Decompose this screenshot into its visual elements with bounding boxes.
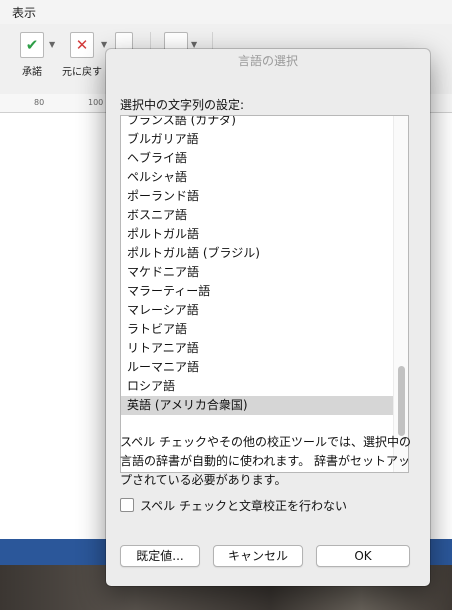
language-list-item[interactable]: マラーティー語 — [121, 282, 397, 301]
language-list-item[interactable]: ブルガリア語 — [121, 130, 397, 149]
language-list-item[interactable]: ヘブライ語 — [121, 149, 397, 168]
no-proofing-checkbox[interactable] — [120, 498, 134, 512]
ok-button[interactable]: OK — [316, 545, 410, 567]
menu-bar: 表示 — [0, 0, 452, 25]
accept-dropdown-caret-icon[interactable]: ▼ — [49, 40, 55, 49]
language-list-item[interactable]: マレーシア語 — [121, 301, 397, 320]
list-scrollbar[interactable] — [393, 116, 408, 472]
ruler-tick-100: 100 — [88, 98, 104, 107]
language-list-item[interactable]: ボスニア語 — [121, 206, 397, 225]
dialog-title: 言語の選択 — [237, 54, 298, 68]
language-listbox[interactable]: フランス語 (カナダ) ブルガリア語 ヘブライ語 ペルシャ語 ポーランド語 ボスニア語 ポル… — [120, 115, 409, 473]
language-list-item[interactable]: フランス語 (カナダ) — [121, 116, 397, 130]
accept-button[interactable]: ✔ 承諾 — [14, 32, 50, 78]
no-proofing-checkbox-row[interactable]: スペル チェックと文章校正を行わない — [120, 497, 347, 514]
cancel-button[interactable]: キャンセル — [213, 545, 303, 567]
language-list-item[interactable]: ポーランド語 — [121, 187, 397, 206]
revert-dropdown-caret-icon[interactable]: ▼ — [101, 40, 107, 49]
language-dialog: 言語の選択 選択中の文字列の設定: フランス語 (カナダ) ブルガリア語 ヘブライ語… — [106, 49, 430, 586]
accept-change-icon: ✔ — [20, 32, 44, 58]
language-list-label: 選択中の文字列の設定: — [120, 98, 245, 112]
language-list-item[interactable]: ポルトガル語 (ブラジル) — [121, 244, 397, 263]
reject-change-icon: ✕ — [70, 32, 94, 58]
accept-button-label: 承諾 — [22, 67, 42, 78]
language-list-item[interactable]: リトアニア語 — [121, 339, 397, 358]
ruler-tick-80: 80 — [34, 98, 45, 107]
language-list-item[interactable]: ロシア語 — [121, 377, 397, 396]
language-list: フランス語 (カナダ) ブルガリア語 ヘブライ語 ペルシャ語 ポーランド語 ボスニア語 ポル… — [121, 116, 408, 415]
list-scrollbar-thumb[interactable] — [398, 366, 405, 436]
language-list-item[interactable]: マケドニア語 — [121, 263, 397, 282]
no-proofing-label: スペル チェックと文章校正を行わない — [140, 499, 347, 513]
dialog-description: スペル チェックやその他の校正ツールでは、選択中の言語の辞書が自動的に使われます… — [120, 435, 411, 487]
revert-button-label: 元に戻す — [62, 67, 102, 78]
compare-dropdown-caret-icon[interactable]: ▼ — [191, 40, 197, 49]
language-list-item[interactable]: 英語 (アメリカ合衆国) — [121, 396, 397, 415]
language-list-item[interactable]: ルーマニア語 — [121, 358, 397, 377]
defaults-button[interactable]: 既定値... — [120, 545, 200, 567]
language-list-item[interactable]: ポルトガル語 — [121, 225, 397, 244]
language-list-item[interactable]: ラトビア語 — [121, 320, 397, 339]
language-list-item[interactable]: ペルシャ語 — [121, 168, 397, 187]
revert-button[interactable]: ✕ 元に戻す — [60, 32, 104, 78]
menu-view[interactable]: 表示 — [12, 4, 36, 21]
